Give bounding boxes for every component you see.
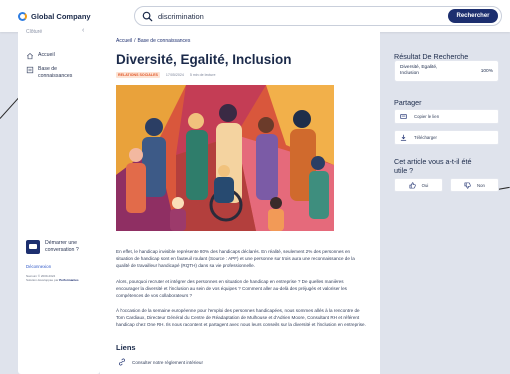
vote-yes-button[interactable]: Oui [394, 178, 443, 192]
vote-no-button[interactable]: Non [450, 178, 499, 192]
article-hero-illustration [116, 85, 334, 231]
chevron-left-icon[interactable]: ‹ [82, 27, 84, 34]
article-paragraph: À l'occasion de la semaine européenne po… [116, 308, 366, 328]
copy-link-label: Copier le lien [414, 114, 440, 119]
search-icon [142, 11, 153, 21]
sidebar-collapse-label: Clôturé [26, 29, 43, 35]
home-icon [26, 52, 34, 60]
logout-link[interactable]: Déconnexion [26, 264, 51, 269]
search-button[interactable]: Rechercher [448, 9, 498, 23]
legal-footer: Naxxum © 2009-2024 Solution développée p… [26, 274, 79, 283]
download-icon [400, 134, 407, 141]
sidebar-item-knowledge-base[interactable]: Base de connaissances [26, 66, 72, 79]
copy-link-button[interactable]: Copier le lien [394, 109, 499, 124]
article-meta: RELATIONS SOCIALES 17/05/2024 5 min de l… [116, 72, 215, 78]
link-label: Consulter notre règlement intérieur [132, 359, 203, 365]
read-time: 5 min de lecture [189, 73, 216, 77]
thumbs-down-icon [464, 182, 471, 189]
app-name: Global Company [31, 11, 91, 21]
sidebar: Clôturé ‹ Accueil Base de connaissances … [18, 26, 100, 374]
links-heading: Liens [116, 343, 136, 352]
chat-label: Démarrer une conversation ? [45, 240, 79, 254]
decorative-line-left [0, 97, 20, 119]
app-logo[interactable]: Global Company [18, 11, 118, 21]
article-paragraph: En effet, le handicap invisible représen… [116, 249, 355, 269]
link-item[interactable]: Consulter notre règlement intérieur [118, 358, 203, 366]
thumbs-up-icon [409, 181, 416, 188]
sidebar-item-label: Accueil [38, 52, 55, 58]
vote-yes-label: Oui [421, 182, 429, 188]
link-icon [119, 358, 125, 366]
search-result-card[interactable]: Diversité, Egalité, Inclusion 100% [394, 60, 499, 82]
article-paragraph: Alors, pourquoi recruter et intégrer des… [116, 279, 347, 299]
vote-no-label: Non [477, 182, 485, 188]
chat-icon [26, 240, 40, 254]
breadcrumb: Accueil / Base de connaissances [116, 38, 190, 44]
start-conversation-button[interactable]: Démarrer une conversation ? [26, 240, 96, 255]
share-heading: Partager [394, 98, 422, 107]
book-icon [26, 66, 34, 74]
download-button[interactable]: Télécharger [394, 130, 499, 145]
search-input[interactable] [158, 11, 448, 21]
logo-icon [18, 11, 27, 21]
feedback-heading: Cet article vous a-t-il été utile ? [394, 157, 472, 176]
sidebar-item-home[interactable]: Accueil [26, 52, 55, 60]
sidebar-item-label: Base de connaissances [38, 66, 73, 79]
category-badge: RELATIONS SOCIALES [116, 72, 160, 78]
breadcrumb-separator: / [134, 38, 136, 44]
breadcrumb-home[interactable]: Accueil [116, 38, 132, 44]
search-bar: Rechercher [134, 6, 502, 26]
article-title: Diversité, Egalité, Inclusion [116, 52, 292, 67]
copy-icon [400, 113, 407, 120]
breadcrumb-current[interactable]: Base de connaissances [138, 38, 191, 44]
result-title: Diversité, Egalité, Inclusion [400, 64, 438, 76]
article-date: 17/05/2024 [165, 73, 184, 77]
article-panel: Accueil / Base de connaissances Diversité,… [100, 26, 380, 374]
download-label: Télécharger [414, 135, 437, 140]
result-score: 100% [480, 68, 493, 74]
